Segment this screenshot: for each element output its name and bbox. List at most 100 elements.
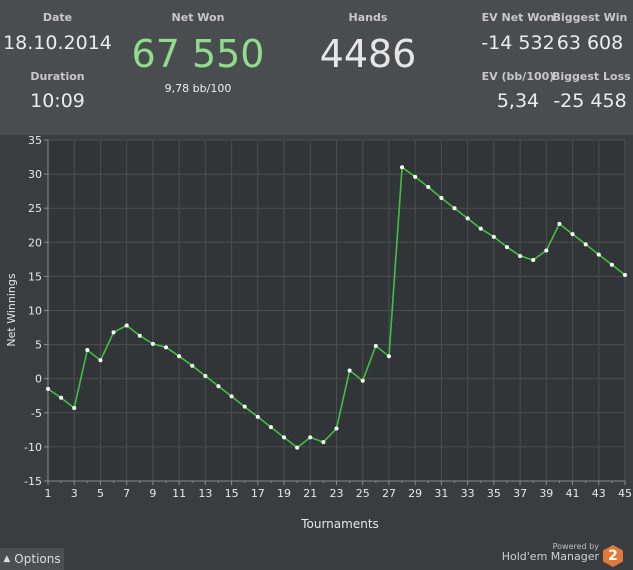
data-point: [583, 242, 588, 247]
biggest-win-label: Biggest Win: [552, 11, 628, 24]
data-point: [164, 345, 169, 350]
y-tick-label: 30: [28, 168, 42, 181]
data-point: [308, 435, 313, 440]
y-tick-label: 35: [28, 135, 42, 147]
data-point: [531, 258, 536, 263]
data-point: [334, 426, 339, 431]
data-point: [59, 395, 64, 400]
data-point: [570, 232, 575, 237]
date-value: 18.10.2014: [3, 32, 112, 54]
date-label: Date: [42, 11, 73, 24]
data-point: [478, 226, 483, 231]
x-tick-label: 27: [382, 487, 396, 500]
x-tick-label: 25: [356, 487, 370, 500]
data-point: [321, 440, 326, 445]
y-tick-label: -15: [24, 475, 42, 488]
data-point: [124, 323, 129, 328]
hm2-logo-icon: 2: [603, 545, 623, 567]
options-button[interactable]: ▲ Options: [0, 548, 64, 570]
data-point: [426, 185, 431, 190]
net-won-label: Net Won: [171, 11, 225, 24]
data-point: [504, 245, 509, 250]
x-tick-label: 29: [408, 487, 422, 500]
x-tick-label: 17: [251, 487, 265, 500]
data-point: [609, 262, 614, 267]
data-point: [203, 373, 208, 378]
data-point: [623, 273, 627, 278]
footer: ▲ Options Powered by Hold'em Manager 2: [0, 542, 633, 570]
data-point: [46, 386, 50, 391]
ev-net-won-label: EV Net Won: [481, 11, 555, 24]
x-tick-label: 33: [461, 487, 475, 500]
biggest-loss-value: -25 458: [553, 90, 627, 112]
data-point: [557, 221, 562, 226]
x-tick-label: 39: [539, 487, 553, 500]
data-point: [544, 248, 549, 253]
duration-value: 10:09: [30, 90, 85, 112]
net-won-value: 67 550: [131, 32, 265, 76]
y-tick-label: 10: [28, 305, 42, 318]
x-tick-label: 37: [513, 487, 527, 500]
y-tick-label: 5: [35, 339, 42, 352]
data-point: [268, 425, 273, 430]
data-point: [518, 253, 523, 258]
chevron-up-icon: ▲: [3, 554, 11, 564]
brand-name: Hold'em Manager: [501, 550, 599, 563]
data-point: [491, 234, 496, 239]
data-point: [177, 354, 182, 359]
data-point: [596, 252, 601, 257]
y-tick-label: 15: [28, 270, 42, 283]
data-point: [452, 206, 457, 211]
x-tick-label: 15: [225, 487, 239, 500]
x-tick-label: 23: [330, 487, 344, 500]
ev-bb100-label: EV (bb/100): [481, 70, 555, 83]
data-point: [137, 333, 142, 338]
data-point: [190, 363, 195, 368]
y-tick-label: 20: [28, 236, 42, 249]
x-tick-label: 11: [172, 487, 186, 500]
data-point: [360, 378, 365, 383]
x-tick-label: 3: [71, 487, 78, 500]
x-tick-label: 41: [566, 487, 580, 500]
data-point: [282, 435, 287, 440]
biggest-loss-label: Biggest Loss: [552, 70, 631, 83]
data-point: [295, 445, 300, 450]
x-tick-label: 21: [303, 487, 317, 500]
data-point: [386, 354, 391, 359]
data-point: [242, 404, 247, 409]
x-tick-label: 9: [149, 487, 156, 500]
y-tick-label: 0: [35, 373, 42, 386]
x-axis-ticks: 1 3 5 7 9 11 13 15 17 19 21 23 25 27 29 31 33 35 37 39 41 43 4…: [45, 481, 632, 500]
data-point: [216, 384, 221, 389]
data-point: [229, 394, 234, 399]
data-point: [347, 368, 352, 373]
stats-panel: Date 18.10.2014 Duration 10:09 Net Won 6…: [0, 0, 633, 135]
data-point: [413, 174, 418, 179]
data-point: [72, 406, 77, 411]
y-tick-label: 25: [28, 202, 42, 215]
data-point: [150, 341, 155, 346]
x-tick-label: 43: [592, 487, 606, 500]
x-axis-label: Tournaments: [300, 517, 379, 531]
options-label: Options: [14, 552, 61, 566]
x-tick-label: 19: [277, 487, 291, 500]
data-point: [439, 195, 444, 200]
y-tick-label: -5: [31, 407, 42, 420]
data-point: [98, 358, 103, 363]
data-point: [400, 165, 405, 170]
biggest-win-value: 63 608: [556, 32, 624, 54]
y-axis-label: Net Winnings: [5, 273, 18, 346]
hands-label: Hands: [348, 11, 388, 24]
ev-bb100-value: 5,34: [496, 90, 540, 112]
data-point: [465, 216, 470, 221]
x-tick-label: 13: [198, 487, 212, 500]
x-tick-label: 35: [487, 487, 501, 500]
data-point: [85, 348, 90, 353]
data-point: [111, 330, 116, 335]
hands-value: 4486: [319, 32, 417, 76]
net-winnings-chart: -15-10-505101520253035 1 3 5 7 9 11 13 15 17 19 21…: [5, 135, 632, 531]
x-tick-label: 5: [97, 487, 104, 500]
net-won-bb100: 9,78 bb/100: [164, 82, 232, 95]
y-axis-ticks: -15 -10 -5 0 5 10 15 20 25 30 35: [24, 135, 48, 488]
data-point: [255, 414, 260, 419]
